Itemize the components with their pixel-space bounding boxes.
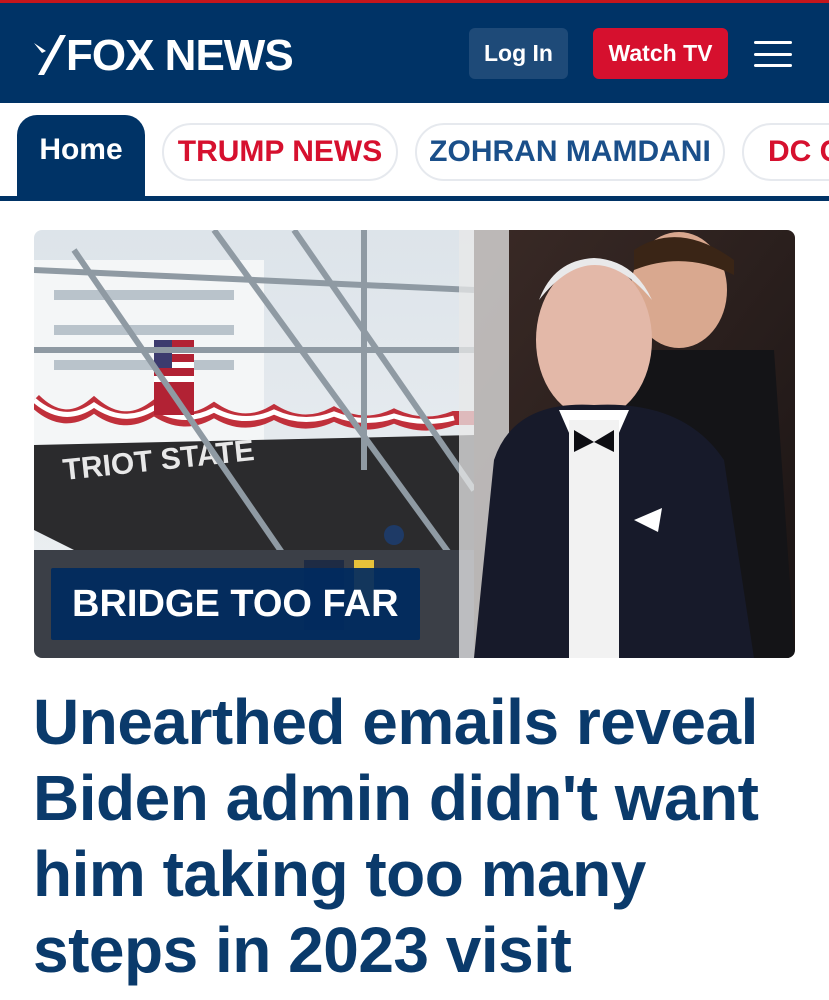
watch-tv-button[interactable]: Watch TV — [593, 28, 728, 79]
menu-line — [754, 52, 792, 56]
tab-dc[interactable]: DC C — [742, 123, 829, 181]
menu-line — [754, 41, 792, 44]
site-header: FOX NEWS Log In Watch TV — [0, 0, 829, 103]
article-headline[interactable]: Unearthed emails reveal Biden admin didn… — [33, 684, 813, 988]
section-nav: TRUMP NEWS ZOHRAN MAMDANI DC C Home — [0, 103, 829, 203]
logo-text: FOX NEWS — [66, 31, 294, 80]
story-kicker-badge: BRIDGE TOO FAR — [51, 568, 420, 640]
menu-line — [754, 64, 792, 67]
hamburger-menu-icon[interactable] — [754, 41, 792, 67]
tab-zohran-mamdani[interactable]: ZOHRAN MAMDANI — [415, 123, 725, 181]
fox-logo-slash-icon — [34, 35, 66, 75]
tab-trump-news[interactable]: TRUMP NEWS — [162, 123, 398, 181]
tab-home[interactable]: Home — [17, 115, 145, 201]
login-button[interactable]: Log In — [469, 28, 568, 79]
fox-news-logo[interactable]: FOX NEWS — [32, 31, 294, 81]
